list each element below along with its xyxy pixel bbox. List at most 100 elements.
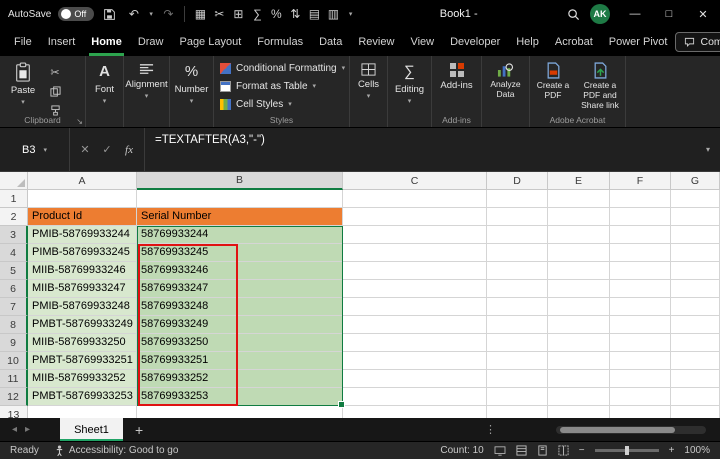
grid-plus-icon[interactable]: ⊞ <box>230 4 247 24</box>
tab-file[interactable]: File <box>6 28 40 56</box>
insert-function-button[interactable]: fx <box>118 144 140 156</box>
cell-E2[interactable] <box>548 208 610 226</box>
search-icon[interactable] <box>565 4 582 24</box>
comments-button[interactable]: Comments <box>675 32 720 52</box>
row-header-12[interactable]: 12 <box>0 388 28 406</box>
row-header-1[interactable]: 1 <box>0 190 28 208</box>
count-indicator[interactable]: Count: 10 <box>440 445 483 456</box>
cell-B7[interactable]: 58769933248 <box>137 298 343 316</box>
cell-C7[interactable] <box>343 298 487 316</box>
tab-help[interactable]: Help <box>508 28 547 56</box>
tab-page-layout[interactable]: Page Layout <box>171 28 249 56</box>
sheet-nav-right-icon[interactable]: ▸ <box>25 424 30 435</box>
cell-A9[interactable]: MIIB-58769933250 <box>28 334 137 352</box>
redo-button[interactable]: ↷ <box>160 4 177 24</box>
addins-button[interactable]: Add-ins <box>432 56 481 114</box>
normal-view-icon[interactable] <box>516 445 527 456</box>
document-icon[interactable]: ▤ <box>306 4 323 24</box>
cell-D8[interactable] <box>487 316 548 334</box>
cell-E9[interactable] <box>548 334 610 352</box>
sheet-tab-sheet1[interactable]: Sheet1 <box>60 418 123 441</box>
format-as-table-button[interactable]: Format as Table ▾ <box>214 77 349 95</box>
cell-G9[interactable] <box>671 334 720 352</box>
cell-G3[interactable] <box>671 226 720 244</box>
tab-data[interactable]: Data <box>311 28 350 56</box>
cell-B12[interactable]: 58769933253 <box>137 388 343 406</box>
cell-D12[interactable] <box>487 388 548 406</box>
zoom-out-button[interactable]: − <box>579 445 585 456</box>
cell-E7[interactable] <box>548 298 610 316</box>
row-header-3[interactable]: 3 <box>0 226 28 244</box>
cell-G12[interactable] <box>671 388 720 406</box>
cell-A7[interactable]: PMIB-58769933248 <box>28 298 137 316</box>
horizontal-scrollbar-thumb[interactable] <box>560 427 675 433</box>
cell-G7[interactable] <box>671 298 720 316</box>
cell-B4[interactable]: 58769933245 <box>137 244 343 262</box>
cell-F13[interactable] <box>610 406 671 418</box>
conditional-formatting-button[interactable]: Conditional Formatting ▾ <box>214 59 349 77</box>
cell-C13[interactable] <box>343 406 487 418</box>
undo-button[interactable]: ↶ <box>125 4 142 24</box>
column-header-G[interactable]: G <box>671 172 720 190</box>
row-header-10[interactable]: 10 <box>0 352 28 370</box>
add-sheet-button[interactable]: + <box>135 422 143 438</box>
tab-home[interactable]: Home <box>83 28 130 56</box>
cell-D9[interactable] <box>487 334 548 352</box>
tab-power-pivot[interactable]: Power Pivot <box>601 28 676 56</box>
cell-D7[interactable] <box>487 298 548 316</box>
cell-A4[interactable]: PIMB-58769933245 <box>28 244 137 262</box>
cell-D6[interactable] <box>487 280 548 298</box>
number-button[interactable]: % Number ▾ <box>170 56 213 114</box>
cell-C5[interactable] <box>343 262 487 280</box>
dialog-launcher-icon[interactable]: ↘ <box>76 117 83 126</box>
cell-F10[interactable] <box>610 352 671 370</box>
tab-view[interactable]: View <box>402 28 442 56</box>
cell-G10[interactable] <box>671 352 720 370</box>
row-header-4[interactable]: 4 <box>0 244 28 262</box>
cut-icon[interactable]: ✂ <box>211 4 228 24</box>
horizontal-scrollbar[interactable] <box>556 426 706 434</box>
cancel-button[interactable]: ✕ <box>74 143 96 156</box>
tab-draw[interactable]: Draw <box>130 28 172 56</box>
cell-D4[interactable] <box>487 244 548 262</box>
tab-review[interactable]: Review <box>350 28 402 56</box>
cell-B5[interactable]: 58769933246 <box>137 262 343 280</box>
row-header-2[interactable]: 2 <box>0 208 28 226</box>
formula-input[interactable]: =TEXTAFTER(A3,"-") <box>145 128 696 171</box>
cell-G1[interactable] <box>671 190 720 208</box>
cell-E5[interactable] <box>548 262 610 280</box>
cell-G8[interactable] <box>671 316 720 334</box>
cell-G4[interactable] <box>671 244 720 262</box>
close-button[interactable]: ✕ <box>686 0 720 28</box>
user-avatar[interactable]: AK <box>590 4 610 24</box>
percent-icon[interactable]: % <box>268 4 285 24</box>
cell-C2[interactable] <box>343 208 487 226</box>
cell-C6[interactable] <box>343 280 487 298</box>
sum-icon[interactable]: ∑ <box>249 4 266 24</box>
row-header-6[interactable]: 6 <box>0 280 28 298</box>
column-header-A[interactable]: A <box>28 172 137 190</box>
row-header-13[interactable]: 13 <box>0 406 28 418</box>
tab-developer[interactable]: Developer <box>442 28 508 56</box>
tab-formulas[interactable]: Formulas <box>249 28 311 56</box>
cell-styles-button[interactable]: Cell Styles ▾ <box>214 95 349 113</box>
cell-E6[interactable] <box>548 280 610 298</box>
select-all-corner[interactable] <box>0 172 28 190</box>
table-icon[interactable]: ▦ <box>192 4 209 24</box>
minimize-button[interactable]: — <box>618 0 652 28</box>
cell-E12[interactable] <box>548 388 610 406</box>
cell-F11[interactable] <box>610 370 671 388</box>
cell-A10[interactable]: PMBT-58769933251 <box>28 352 137 370</box>
cell-E1[interactable] <box>548 190 610 208</box>
row-header-8[interactable]: 8 <box>0 316 28 334</box>
column-header-E[interactable]: E <box>548 172 610 190</box>
cell-F8[interactable] <box>610 316 671 334</box>
tab-insert[interactable]: Insert <box>40 28 84 56</box>
cell-D13[interactable] <box>487 406 548 418</box>
cell-F1[interactable] <box>610 190 671 208</box>
page-layout-view-icon[interactable] <box>537 445 548 456</box>
editing-button[interactable]: ∑ Editing ▾ <box>388 56 431 114</box>
cut-button[interactable]: ✂ <box>46 64 64 80</box>
cell-C3[interactable] <box>343 226 487 244</box>
cell-F4[interactable] <box>610 244 671 262</box>
